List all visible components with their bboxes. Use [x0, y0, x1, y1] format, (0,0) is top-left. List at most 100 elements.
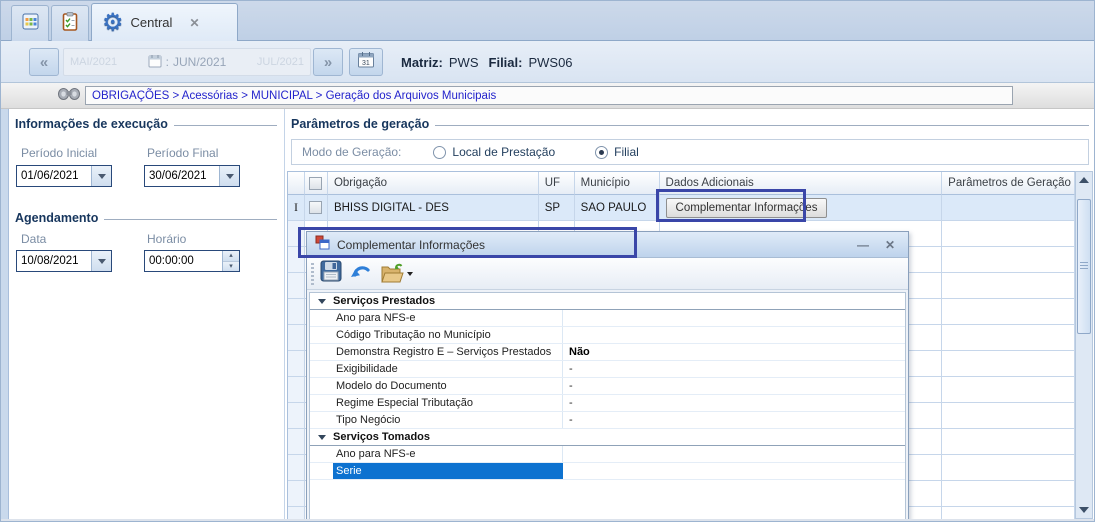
header-uf[interactable]: UF [539, 172, 575, 195]
dialog-title: Complementar Informações [337, 238, 846, 252]
period-current-wrap: : JUN/2021 [148, 54, 227, 71]
cell-uf: SP [539, 195, 575, 221]
scrollbar-thumb[interactable] [1077, 199, 1091, 334]
calendar-small-icon [148, 54, 162, 71]
open-folder-button[interactable] [379, 262, 413, 286]
header-dados-adicionais[interactable]: Dados Adicionais [660, 172, 943, 195]
periodo-inicial-dropdown[interactable] [91, 166, 111, 186]
tab-grid[interactable] [11, 5, 49, 41]
horario-field[interactable]: 00:00:00 ▴ ▾ [144, 250, 240, 272]
cell-obrigacao: BHISS DIGITAL - DES [328, 195, 539, 221]
header-municipio[interactable]: Município [575, 172, 660, 195]
property-row[interactable]: Regime Especial Tributação - [310, 395, 905, 412]
property-value[interactable]: - [563, 395, 905, 411]
header-parametros[interactable]: Parâmetros de Geração [942, 172, 1075, 195]
save-button[interactable] [319, 259, 343, 288]
select-all-checkbox[interactable] [309, 177, 322, 190]
row-checkbox[interactable] [309, 201, 322, 214]
collapse-icon[interactable] [318, 299, 326, 304]
periodo-inicial-field[interactable]: 01/06/2021 [16, 165, 112, 187]
svg-text:31: 31 [362, 60, 370, 67]
params-section-header: Parâmetros de geração [291, 117, 1089, 131]
binoculars-icon [57, 86, 81, 106]
property-value[interactable] [563, 463, 905, 479]
property-value[interactable] [563, 310, 905, 326]
property-row[interactable]: Modelo do Documento - [310, 378, 905, 395]
horario-spinner[interactable]: ▴ ▾ [222, 251, 239, 271]
radio-filial-label: Filial [614, 145, 639, 159]
data-label: Data [21, 232, 46, 246]
property-value[interactable]: - [563, 412, 905, 428]
property-row[interactable]: Ano para NFS-e [310, 446, 905, 463]
radio-filial[interactable]: Filial [595, 145, 639, 159]
property-row[interactable]: Código Tributação no Município [310, 327, 905, 344]
filial-value: PWS06 [528, 55, 572, 70]
left-edge-strip [1, 109, 9, 519]
app-window: ⚙ Central ✕ « MAI/2021 : JUN/2021 JUL/20… [0, 0, 1095, 522]
periodo-final-dropdown[interactable] [219, 166, 239, 186]
calendar-button[interactable]: 31 [349, 48, 383, 76]
close-icon[interactable]: ✕ [880, 238, 900, 252]
property-row-serie[interactable]: Serie [310, 463, 905, 480]
cell-municipio: SAO PAULO [575, 195, 660, 221]
dialog-titlebar[interactable]: Complementar Informações — ✕ [307, 232, 908, 258]
tab-central[interactable]: ⚙ Central ✕ [91, 3, 238, 41]
period-current-label: JUN/2021 [173, 55, 226, 69]
tab-close-icon[interactable]: ✕ [189, 16, 199, 30]
undo-button[interactable] [349, 259, 373, 288]
tab-bar: ⚙ Central ✕ [1, 1, 1095, 41]
property-value[interactable]: Não [563, 344, 905, 360]
periodo-final-field[interactable]: 30/06/2021 [144, 165, 240, 187]
period-selector[interactable]: MAI/2021 : JUN/2021 JUL/2021 [63, 48, 311, 76]
scroll-up-icon[interactable] [1076, 172, 1092, 188]
periodo-inicial-label: Período Inicial [21, 146, 97, 160]
row-checkbox-cell[interactable] [305, 195, 328, 221]
property-value[interactable]: - [563, 361, 905, 377]
group-servicos-tomados[interactable]: Serviços Tomados [310, 429, 905, 446]
exec-section-header: Informações de execução [15, 117, 277, 131]
period-next-label: JUL/2021 [257, 56, 304, 68]
property-row[interactable]: Demonstra Registro E – Serviços Prestado… [310, 344, 905, 361]
row-indicator-cell: I [288, 195, 305, 221]
matriz-value: PWS [449, 55, 479, 70]
next-period-button[interactable]: » [313, 48, 343, 76]
grid-icon [22, 13, 39, 35]
toolbar-grip [311, 263, 314, 285]
agendamento-section-header: Agendamento [15, 211, 277, 225]
spin-up-icon[interactable]: ▴ [223, 251, 239, 262]
tab-central-label: Central [131, 15, 173, 30]
modo-geracao-label: Modo de Geração: [302, 145, 401, 159]
property-name: Serie [333, 463, 563, 479]
property-name: Demonstra Registro E – Serviços Prestado… [333, 344, 563, 360]
header-obrigacao[interactable]: Obrigação [328, 172, 539, 195]
minimize-icon[interactable]: — [853, 238, 873, 252]
property-row[interactable]: Exigibilidade - [310, 361, 905, 378]
group-label: Serviços Tomados [333, 431, 430, 443]
scroll-down-icon[interactable] [1076, 502, 1092, 518]
property-value[interactable]: - [563, 378, 905, 394]
collapse-icon[interactable] [318, 435, 326, 440]
property-name: Tipo Negócio [333, 412, 563, 428]
property-grid: Serviços Prestados Ano para NFS-e Código… [309, 292, 906, 522]
complementar-informacoes-button[interactable]: Complementar Informações [666, 198, 828, 218]
property-row[interactable]: Tipo Negócio - [310, 412, 905, 429]
breadcrumb[interactable]: OBRIGAÇÕES > Acessórias > MUNICIPAL > Ge… [85, 86, 1013, 105]
table-scrollbar[interactable] [1075, 171, 1093, 519]
chevron-down-icon [407, 272, 413, 276]
previous-period-button[interactable]: « [29, 48, 59, 76]
params-section-title: Parâmetros de geração [291, 117, 429, 131]
table-row[interactable]: I BHISS DIGITAL - DES SP SAO PAULO Compl… [288, 195, 1075, 221]
data-field[interactable]: 10/08/2021 [16, 250, 112, 272]
data-dropdown[interactable] [91, 251, 111, 271]
radio-local-de-prestacao[interactable]: Local de Prestação [433, 145, 555, 159]
clipboard-icon [62, 12, 78, 36]
property-value[interactable] [563, 446, 905, 462]
property-name: Exigibilidade [333, 361, 563, 377]
header-checkbox-cell[interactable] [305, 172, 328, 195]
property-row[interactable]: Ano para NFS-e [310, 310, 905, 327]
property-value[interactable] [563, 327, 905, 343]
group-servicos-prestados[interactable]: Serviços Prestados [310, 293, 905, 310]
tab-tasks[interactable] [51, 5, 89, 41]
calendar-icon: 31 [357, 51, 375, 74]
spin-down-icon[interactable]: ▾ [223, 262, 239, 272]
